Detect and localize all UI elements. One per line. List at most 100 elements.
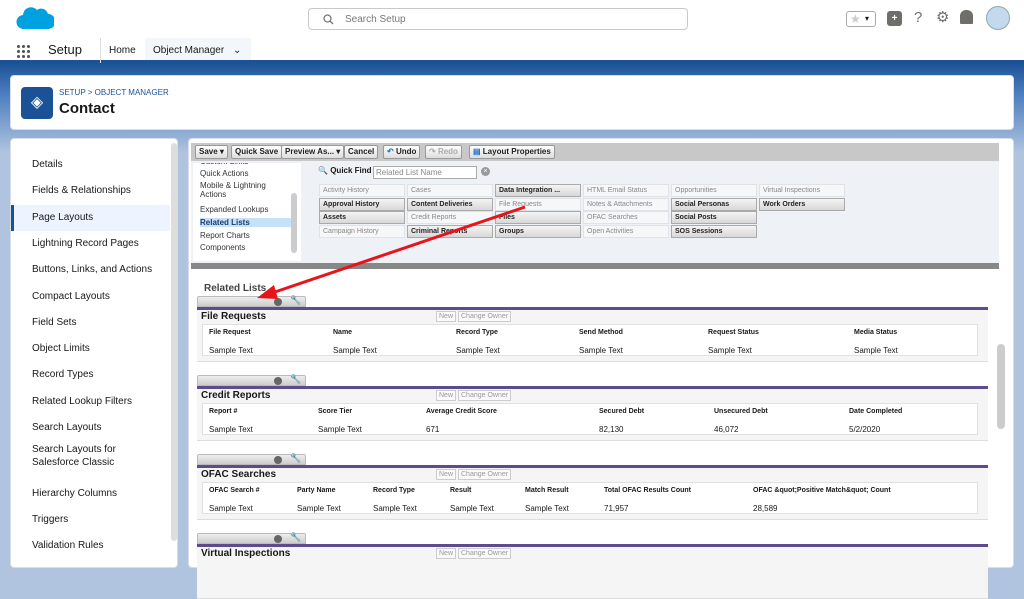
remove-icon[interactable] (274, 535, 282, 543)
palette-item[interactable]: Social Personas (671, 197, 757, 211)
new-button[interactable]: New (436, 548, 457, 559)
palette-item[interactable]: Data Integration ... (495, 184, 581, 197)
layout-properties-button[interactable]: ▤ Layout Properties (469, 145, 555, 159)
favorites-button[interactable]: ★ ▾ (846, 11, 876, 27)
section-drag-handle[interactable]: 🔧 (197, 453, 306, 465)
sidebar-item[interactable]: Page Layouts (11, 204, 170, 231)
quick-find-input[interactable]: Related List Name (373, 166, 477, 179)
wrench-icon[interactable]: 🔧 (290, 453, 301, 464)
save-button[interactable]: Save ▾ (195, 145, 228, 159)
palette-item[interactable]: OFAC Searches (583, 211, 669, 224)
sidebar-item[interactable]: Hierarchy Columns (11, 481, 170, 507)
palette-category[interactable]: Custom Links (200, 163, 292, 166)
new-button[interactable]: New (436, 311, 457, 322)
quick-save-button[interactable]: Quick Save (231, 145, 283, 159)
app-launcher-icon[interactable] (16, 44, 30, 58)
clear-icon[interactable]: × (481, 167, 490, 176)
new-button[interactable]: New (436, 469, 457, 480)
help-icon[interactable]: ? (914, 9, 922, 26)
section-drag-handle[interactable]: 🔧 (197, 532, 306, 544)
palette-category[interactable]: Components (200, 243, 292, 252)
sidebar-item[interactable]: Details (11, 152, 170, 178)
palette-item[interactable]: Criminal Reports (407, 224, 493, 238)
search-icon: 🔍 (318, 166, 328, 175)
add-icon[interactable]: + (887, 11, 902, 26)
remove-icon[interactable] (274, 456, 282, 464)
palette-item[interactable]: Open Activities (583, 224, 669, 238)
palette-item[interactable]: Cases (407, 184, 493, 197)
sidebar-item[interactable]: Fields & Relationships (11, 178, 170, 204)
section-drag-handle[interactable]: 🔧 (197, 295, 306, 307)
change-owner-button[interactable]: Change Owner (458, 469, 512, 480)
section-title: Credit Reports (201, 390, 271, 401)
palette-category[interactable]: Related Lists (200, 218, 292, 227)
palette-item[interactable]: Virtual Inspections (759, 184, 845, 197)
save-label: Save (199, 147, 218, 156)
salesforce-logo[interactable] (16, 5, 54, 32)
sidebar-scrollbar[interactable] (171, 143, 177, 541)
sidebar-item[interactable]: Validation Rules (11, 533, 170, 559)
palette-item[interactable]: File Requests (495, 197, 581, 211)
palette-item[interactable]: Opportunities (671, 184, 757, 197)
palette-item[interactable]: Credit Reports (407, 211, 493, 224)
sidebar-item[interactable]: Buttons, Links, and Actions (11, 257, 170, 283)
sidebar-item[interactable]: Related Lookup Filters (11, 389, 170, 415)
palette-item[interactable]: Notes & Attachments (583, 197, 669, 211)
change-owner-button[interactable]: Change Owner (458, 390, 512, 401)
column-header: File Request (209, 329, 251, 336)
sidebar-item[interactable]: Object Limits (11, 336, 170, 362)
palette-item[interactable]: Content Deliveries (407, 197, 493, 211)
wrench-icon[interactable]: 🔧 (290, 295, 301, 306)
palette-category[interactable]: Expanded Lookups (200, 205, 292, 214)
palette-item[interactable]: Approval History (319, 197, 405, 211)
redo-label: Redo (437, 147, 458, 156)
palette-item[interactable]: SOS Sessions (671, 224, 757, 238)
sidebar-item[interactable]: Triggers (11, 507, 170, 533)
cell-value: 671 (426, 425, 440, 434)
palette-item[interactable]: Social Posts (671, 211, 757, 224)
section-drag-handle[interactable]: 🔧 (197, 374, 306, 386)
breadcrumb[interactable]: SETUP > OBJECT MANAGER (59, 88, 169, 97)
star-icon: ★ (850, 12, 861, 26)
sidebar-item[interactable]: Compact Layouts (11, 284, 170, 310)
sidebar-item[interactable]: Record Types (11, 362, 170, 388)
palette-item[interactable]: HTML Email Status (583, 184, 669, 197)
palette-item[interactable]: Groups (495, 224, 581, 238)
palette-item[interactable]: Campaign History (319, 224, 405, 238)
palette-category[interactable]: Report Charts (200, 231, 292, 240)
search-input[interactable]: Search Setup (308, 8, 688, 30)
sidebar-item[interactable]: Search Layouts (11, 415, 170, 441)
gear-icon[interactable]: ⚙ (936, 8, 949, 26)
new-button[interactable]: New (436, 390, 457, 401)
palette-item[interactable]: Activity History (319, 184, 405, 197)
quick-find: 🔍 Quick Find (318, 166, 372, 175)
cell-value: Sample Text (450, 504, 494, 513)
cancel-button[interactable]: Cancel (344, 145, 379, 159)
palette-category[interactable]: Mobile & Lightning Actions (200, 181, 292, 199)
column-header: Result (450, 487, 472, 494)
sidebar-item[interactable]: Search Layouts for Salesforce Classic (11, 441, 141, 471)
remove-icon[interactable] (274, 377, 282, 385)
palette-category[interactable]: Quick Actions (200, 169, 292, 178)
notification-bell-icon[interactable] (960, 10, 973, 24)
wrench-icon[interactable]: 🔧 (290, 374, 301, 385)
change-owner-button[interactable]: Change Owner (458, 548, 512, 559)
remove-icon[interactable] (274, 298, 282, 306)
preview-as-button[interactable]: Preview As... ▾ (281, 145, 345, 159)
palette-item[interactable]: Files (495, 211, 581, 224)
palette-item[interactable]: Work Orders (759, 197, 845, 211)
category-scrollbar[interactable] (291, 193, 297, 253)
redo-button[interactable]: ↷ Redo (425, 145, 462, 159)
wrench-icon[interactable]: 🔧 (290, 532, 301, 543)
column-header: Record Type (456, 329, 498, 336)
palette: Custom Links Quick Actions Mobile & Lightn… (191, 161, 999, 269)
undo-button[interactable]: ↶ Undo (383, 145, 421, 159)
tab-object-manager[interactable]: Object Manager ⌄ (145, 38, 251, 63)
change-owner-button[interactable]: Change Owner (458, 311, 512, 322)
palette-item[interactable]: Assets (319, 211, 405, 224)
sidebar-item[interactable]: Lightning Record Pages (11, 231, 170, 257)
main-scrollbar[interactable] (997, 344, 1005, 429)
tab-home[interactable]: Home (100, 38, 144, 63)
sidebar-item[interactable]: Field Sets (11, 310, 170, 336)
avatar[interactable] (986, 6, 1010, 30)
